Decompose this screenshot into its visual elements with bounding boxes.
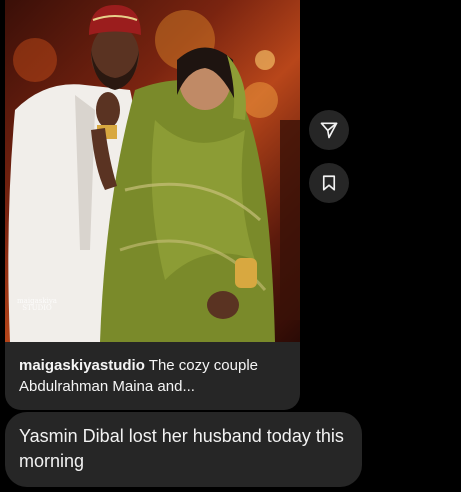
caption-username[interactable]: maigaskiyastudio	[19, 357, 145, 374]
bookmark-icon	[320, 174, 338, 192]
chat-screen: maigaskiya STUDIO maigaskiyastudio The c…	[0, 0, 461, 492]
shared-post-card[interactable]: maigaskiya STUDIO maigaskiyastudio The c…	[5, 0, 300, 410]
message-bubble[interactable]: Yasmin Dibal lost her husband today this…	[5, 412, 362, 487]
message-text: Yasmin Dibal lost her husband today this…	[19, 426, 344, 471]
share-button[interactable]	[309, 110, 349, 150]
save-button[interactable]	[309, 163, 349, 203]
post-photo-illustration	[8, 5, 300, 342]
post-caption[interactable]: maigaskiyastudio The cozy couple Abdulra…	[19, 355, 291, 397]
post-photo[interactable]: maigaskiya STUDIO	[5, 0, 300, 342]
send-icon	[319, 120, 339, 140]
studio-watermark: maigaskiya STUDIO	[17, 297, 57, 312]
